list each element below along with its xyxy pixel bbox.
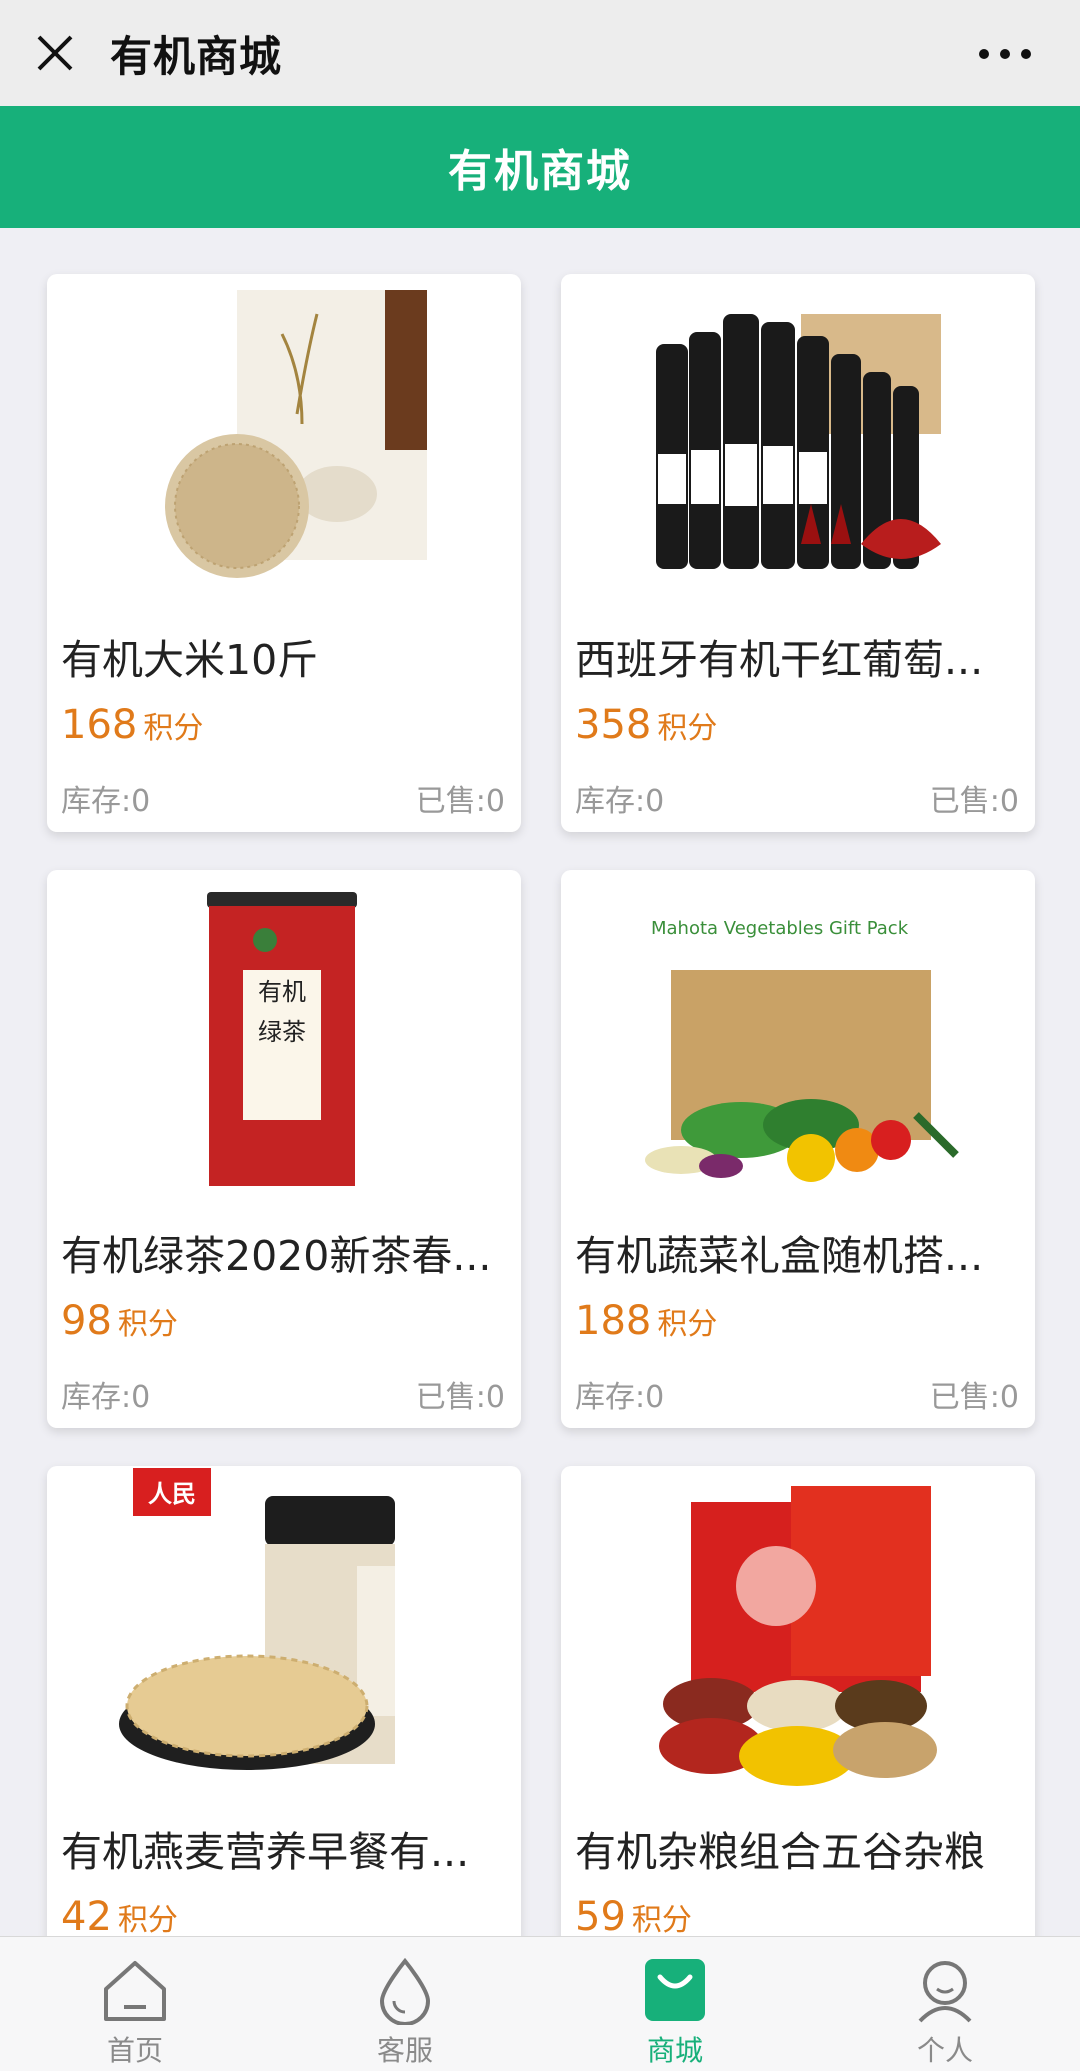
tea-can-text: 有机: [258, 978, 306, 1006]
product-price: 188 积分: [575, 1298, 717, 1344]
product-price: 358 积分: [575, 702, 717, 748]
droplet-icon: [370, 1955, 440, 2025]
bottom-tab-bar: 首页 客服 商城 个人: [0, 1936, 1080, 2071]
sold-count: 已售:0: [415, 1380, 505, 1415]
price-value: 358: [575, 702, 652, 748]
product-name: 有机燕麦营养早餐有...: [61, 1828, 470, 1876]
tab-profile[interactable]: 个人: [810, 1937, 1080, 2071]
product-price: 98 积分: [61, 1298, 178, 1344]
product-card[interactable]: 有机大米10斤 168 积分 库存:0 已售:0: [47, 274, 521, 832]
sold-count: 已售:0: [929, 784, 1019, 819]
sold-count: 已售:0: [929, 1380, 1019, 1415]
product-card[interactable]: 人民 有机燕麦营养早餐有... 42 积分: [47, 1466, 521, 1938]
veg-box-caption: Mahota Vegetables Gift Pack: [651, 918, 909, 939]
oatmeal-brand-text: 人民: [148, 1480, 196, 1508]
person-icon: [910, 1955, 980, 2025]
sold-count: 已售:0: [415, 784, 505, 819]
grain-giftbox-image: [659, 1486, 937, 1786]
product-name: 有机大米10斤: [61, 636, 319, 684]
price-value: 168: [61, 702, 138, 748]
rice-bag-image: [165, 290, 427, 578]
product-name: 有机杂粮组合五谷杂粮: [575, 1828, 985, 1876]
close-icon: [37, 35, 73, 71]
tab-label: 个人: [916, 2034, 973, 2067]
product-name: 有机蔬菜礼盒随机搭...: [575, 1232, 984, 1280]
product-name: 有机绿茶2020新茶春...: [61, 1232, 492, 1280]
price-unit: 积分: [631, 1903, 692, 1938]
wine-set-image: [656, 314, 941, 569]
product-card[interactable]: 有机 绿茶 有机绿茶2020新茶春... 98 积分 库存:0 已售:0: [47, 870, 521, 1428]
product-card[interactable]: 西班牙有机干红葡萄... 358 积分 库存:0 已售:0: [561, 274, 1035, 832]
tab-label: 商城: [646, 2034, 703, 2067]
top-bar: 有机商城: [0, 0, 1080, 106]
svg-text:绿茶: 绿茶: [258, 1018, 306, 1046]
price-unit: 积分: [117, 1903, 178, 1938]
product-card[interactable]: 有机杂粮组合五谷杂粮 59 积分: [561, 1466, 1035, 1938]
price-value: 188: [575, 1298, 652, 1344]
price-unit: 积分: [117, 1307, 178, 1342]
tab-label: 客服: [376, 2034, 433, 2067]
product-name: 西班牙有机干红葡萄...: [575, 636, 984, 684]
tab-home[interactable]: 首页: [0, 1937, 270, 2071]
tab-mall[interactable]: 商城: [540, 1937, 810, 2071]
oatmeal-image: 人民: [119, 1468, 395, 1770]
shopping-bag-icon: [640, 1955, 710, 2025]
stock-count: 库存:0: [61, 1380, 151, 1415]
price-value: 59: [575, 1894, 626, 1938]
page-header: 有机商城: [0, 106, 1080, 228]
tab-label: 首页: [106, 2034, 163, 2067]
tab-service[interactable]: 客服: [270, 1937, 540, 2071]
product-grid: 有机大米10斤 168 积分 库存:0 已售:0 西班牙有机干红葡萄... 35…: [0, 228, 1080, 1938]
close-button[interactable]: [0, 0, 110, 106]
stock-count: 库存:0: [575, 784, 665, 819]
stock-count: 库存:0: [575, 1380, 665, 1415]
price-unit: 积分: [143, 711, 204, 746]
tea-can-image: 有机 绿茶: [207, 892, 357, 1186]
more-options-button[interactable]: [970, 26, 1040, 82]
home-icon: [100, 1955, 170, 2025]
stock-count: 库存:0: [61, 784, 151, 819]
product-price: 168 积分: [61, 702, 203, 748]
vegetable-box-image: Mahota Vegetables Gift Pack: [645, 918, 959, 1182]
price-unit: 积分: [657, 711, 718, 746]
price-unit: 积分: [657, 1307, 718, 1342]
price-value: 42: [61, 1894, 112, 1938]
product-card[interactable]: Mahota Vegetables Gift Pack 有机蔬菜礼盒随机搭...…: [561, 870, 1035, 1428]
more-dots-icon: [979, 49, 1031, 59]
product-price: 42 积分: [61, 1894, 178, 1938]
product-price: 59 积分: [575, 1894, 692, 1938]
price-value: 98: [61, 1298, 112, 1344]
window-title: 有机商城: [110, 31, 283, 81]
